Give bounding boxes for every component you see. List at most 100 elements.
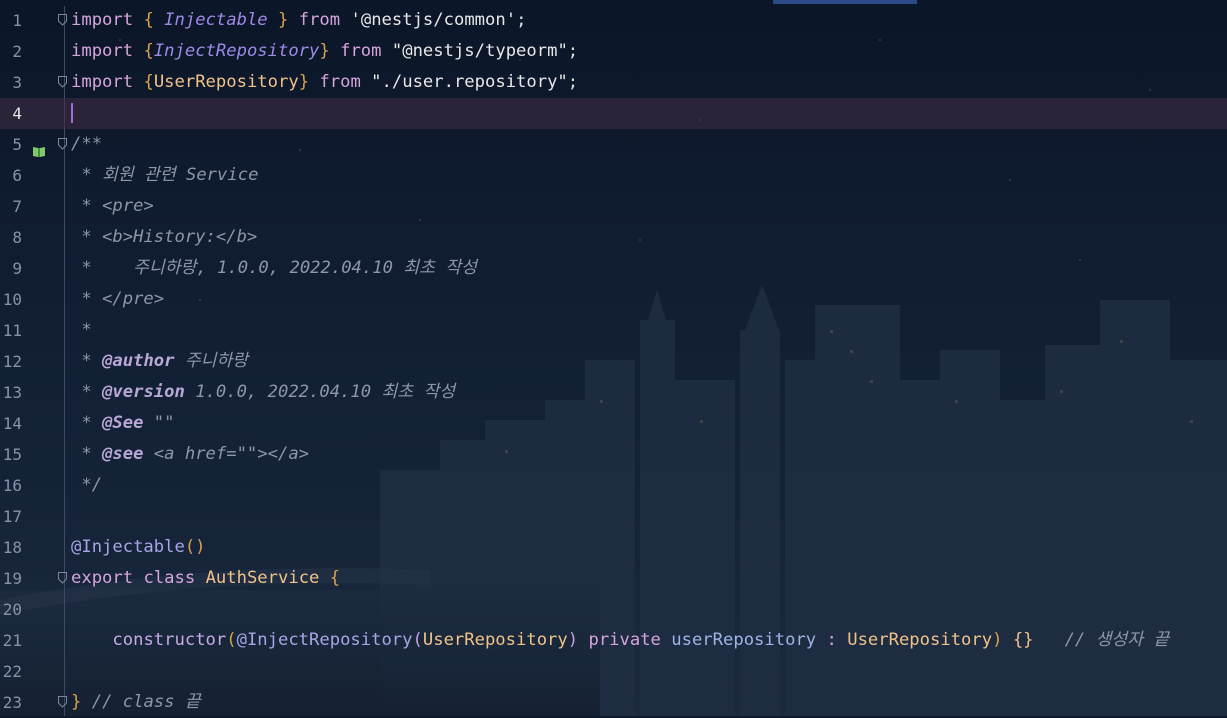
code-line[interactable]: 20 bbox=[0, 594, 1227, 625]
code-line[interactable]: 5 /** bbox=[0, 129, 1227, 160]
code-line[interactable]: 18 @Injectable() bbox=[0, 532, 1227, 563]
line-number: 20 bbox=[2, 600, 22, 619]
code-token: import bbox=[71, 41, 134, 61]
line-number: 14 bbox=[2, 414, 22, 433]
tab-indicator bbox=[773, 0, 917, 4]
code-line[interactable]: 1 import { Injectable } from '@nestjs/com… bbox=[0, 5, 1227, 36]
fold-toggle-icon[interactable] bbox=[58, 572, 67, 584]
code-token: * <pre> bbox=[71, 196, 154, 216]
code-line[interactable]: 23} // class 끝 bbox=[0, 687, 1227, 718]
code-line[interactable]: 16 */ bbox=[0, 470, 1227, 501]
line-number: 23 bbox=[2, 693, 22, 712]
code-text: * </pre> bbox=[71, 284, 164, 315]
code-token: "./user.repository" bbox=[371, 72, 568, 92]
code-text: export class AuthService { bbox=[71, 563, 340, 594]
code-token: ) bbox=[567, 630, 579, 650]
code-token: from bbox=[298, 10, 341, 30]
code-text: /** bbox=[71, 129, 102, 160]
code-token: <a href=""></a> bbox=[143, 444, 310, 464]
code-token: from bbox=[340, 41, 382, 61]
code-line[interactable]: 12 * @author 주니하랑 bbox=[0, 346, 1227, 377]
fold-toggle-icon[interactable] bbox=[58, 76, 67, 88]
code-token: * </pre> bbox=[71, 289, 165, 309]
code-token: * 주니하랑, 1.0.0, 2022.04.10 최초 작성 bbox=[71, 258, 477, 278]
fold-toggle-icon[interactable] bbox=[58, 696, 67, 708]
code-line[interactable]: 17 bbox=[0, 501, 1227, 532]
code-line[interactable]: 6 * 회원 관련 Service bbox=[0, 160, 1227, 191]
code-text: import { Injectable } from '@nestjs/comm… bbox=[71, 5, 526, 36]
code-token: ) bbox=[992, 630, 1003, 650]
code-line[interactable]: 21 constructor(@InjectRepository(UserRep… bbox=[0, 625, 1227, 656]
code-token: * bbox=[71, 351, 103, 371]
code-token: */ bbox=[71, 475, 103, 495]
line-number: 13 bbox=[2, 383, 22, 402]
book-icon[interactable] bbox=[32, 138, 46, 157]
code-token: @Injectable bbox=[71, 537, 185, 557]
code-line[interactable]: 9 * 주니하랑, 1.0.0, 2022.04.10 최초 작성 bbox=[0, 253, 1227, 284]
code-token: "" bbox=[143, 413, 175, 433]
code-line[interactable]: 3 import {UserRepository} from "./user.re… bbox=[0, 67, 1227, 98]
line-number: 3 bbox=[12, 73, 22, 92]
code-token: ( bbox=[412, 630, 423, 650]
code-token: // 생성자 끝 bbox=[1064, 630, 1170, 650]
code-token: userRepository bbox=[671, 630, 817, 650]
code-token: class bbox=[143, 568, 196, 588]
line-number: 19 bbox=[2, 569, 22, 588]
code-token: '@nestjs/common' bbox=[350, 10, 517, 30]
code-token: import bbox=[71, 10, 134, 30]
line-number: 2 bbox=[12, 42, 22, 61]
code-line[interactable]: 7 * <pre> bbox=[0, 191, 1227, 222]
code-line[interactable]: 8 * <b>History:</b> bbox=[0, 222, 1227, 253]
code-line[interactable]: 4 bbox=[0, 98, 1227, 129]
code-text: * @author 주니하랑 bbox=[71, 346, 248, 377]
code-line[interactable]: 22 bbox=[0, 656, 1227, 687]
line-number: 17 bbox=[2, 507, 22, 526]
code-line[interactable]: 15 * @see <a href=""></a> bbox=[0, 439, 1227, 470]
code-line[interactable]: 13 * @version 1.0.0, 2022.04.10 최초 작성 bbox=[0, 377, 1227, 408]
code-token: @see bbox=[102, 444, 144, 464]
line-number: 8 bbox=[12, 228, 22, 247]
code-token: ; bbox=[516, 10, 527, 30]
code-line[interactable]: 11 * bbox=[0, 315, 1227, 346]
code-line[interactable]: 2 import {InjectRepository} from "@nestjs… bbox=[0, 36, 1227, 67]
code-token: () bbox=[184, 537, 206, 557]
code-text: import {UserRepository} from "./user.rep… bbox=[71, 67, 578, 98]
code-line[interactable]: 10 * </pre> bbox=[0, 284, 1227, 315]
code-line[interactable]: 14 * @See "" bbox=[0, 408, 1227, 439]
code-token: * bbox=[71, 444, 103, 464]
code-editor[interactable]: 1 import { Injectable } from '@nestjs/com… bbox=[0, 0, 1227, 716]
code-line[interactable]: 19 export class AuthService { bbox=[0, 563, 1227, 594]
line-number: 11 bbox=[2, 321, 22, 340]
code-text: * @see <a href=""></a> bbox=[71, 439, 309, 470]
code-token: @InjectRepository bbox=[236, 630, 413, 650]
line-number: 18 bbox=[2, 538, 22, 557]
line-number: 12 bbox=[2, 352, 22, 371]
code-token: Injectable bbox=[164, 10, 268, 30]
line-number: 9 bbox=[12, 259, 22, 278]
code-text: * 회원 관련 Service bbox=[71, 160, 258, 191]
code-token: {} bbox=[1012, 630, 1034, 650]
code-text: * 주니하랑, 1.0.0, 2022.04.10 최초 작성 bbox=[71, 253, 477, 284]
code-token: "@nestjs/typeorm" bbox=[391, 41, 568, 61]
code-token: @author bbox=[102, 351, 175, 371]
line-number: 21 bbox=[2, 631, 22, 650]
fold-toggle-icon[interactable] bbox=[58, 14, 67, 26]
code-token: @See bbox=[102, 413, 144, 433]
code-token: * <b>History:</b> bbox=[71, 227, 258, 247]
code-token: private bbox=[588, 630, 661, 650]
fold-toggle-icon[interactable] bbox=[58, 138, 67, 150]
code-token: : bbox=[826, 630, 837, 650]
code-text: * bbox=[71, 315, 92, 346]
code-token: * bbox=[71, 320, 92, 340]
